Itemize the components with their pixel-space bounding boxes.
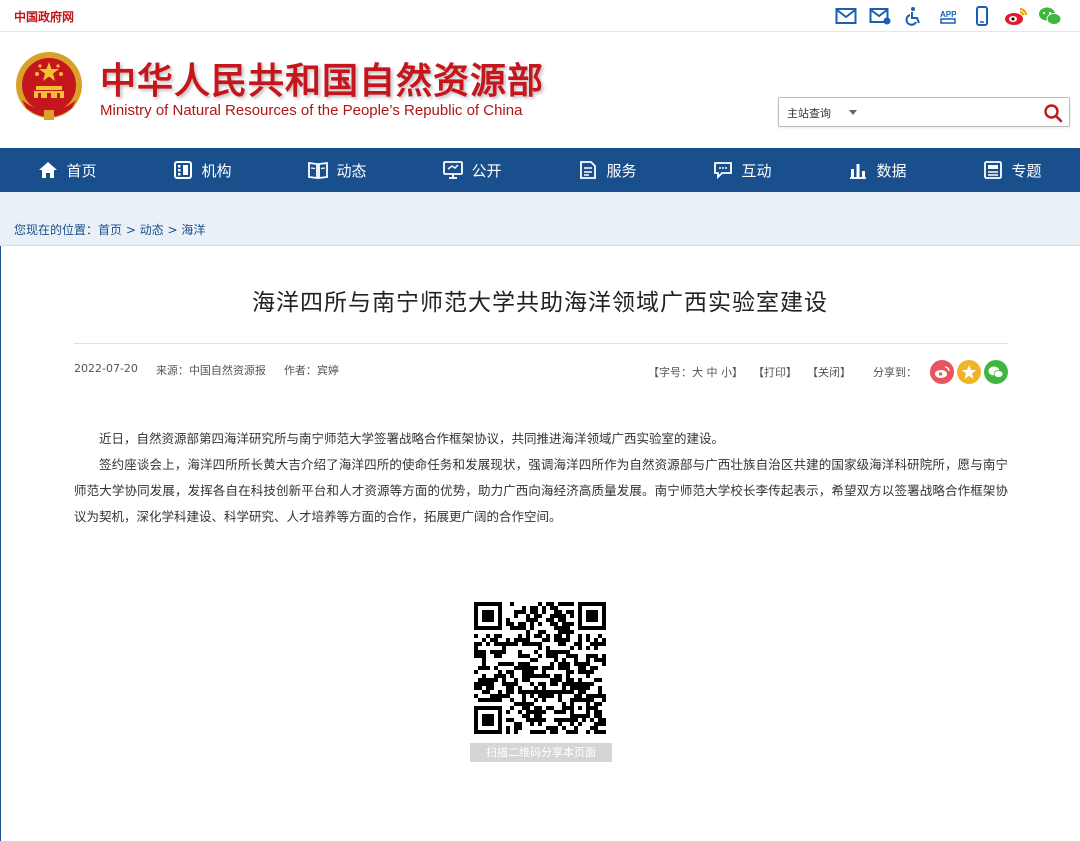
article-author: 作者：宾婷: [284, 362, 339, 378]
search-button[interactable]: [1041, 101, 1065, 125]
qr-caption: 扫描二维码分享本页面: [470, 743, 612, 762]
article-paragraph: 近日，自然资源部第四海洋研究所与南宁师范大学签署战略合作框架协议，共同推进海洋领…: [99, 431, 725, 446]
article-meta: 2022-07-20 来源：中国自然资源报 作者：宾婷: [74, 362, 339, 378]
share-favorite-button[interactable]: [957, 360, 981, 384]
nav-item-news[interactable]: 动态: [270, 148, 405, 192]
top-icon-group: APP: [834, 4, 1062, 28]
site-title: 中华人民共和国自然资源部: [100, 61, 545, 102]
nav-item-topic[interactable]: 专题: [945, 148, 1080, 192]
article-tools: 【字号：大 中 小】 【打印】 【关闭】 分享到：: [648, 360, 1008, 384]
nav-item-label: 首页: [66, 161, 97, 180]
nav-item-label: 服务: [606, 161, 637, 180]
nav-item-label: 专题: [1011, 161, 1042, 180]
nav-item-label: 互动: [741, 161, 772, 180]
nav-item-service[interactable]: 服务: [540, 148, 675, 192]
accessibility-icon[interactable]: [902, 4, 926, 28]
source-value: 中国自然资源报: [188, 364, 266, 377]
chat-icon: [714, 162, 733, 180]
article-date: 2022-07-20: [74, 362, 138, 375]
article-paragraph: 签约座谈会上，海洋四所所长黄大吉介绍了海洋四所的使命任务和发展现状，强调海洋四所…: [74, 457, 1008, 524]
author-value: 宾婷: [316, 364, 339, 377]
weibo-icon[interactable]: [1004, 4, 1028, 28]
font-size-close: 】: [732, 366, 743, 379]
nav-item-interact[interactable]: 互动: [675, 148, 810, 192]
author-label: 作者：: [283, 364, 317, 377]
top-bar: 中国政府网 APP: [0, 0, 1080, 32]
site-subtitle: Ministry of Natural Resources of the Peo…: [100, 102, 523, 119]
wechat-icon: [988, 366, 1004, 378]
article-body: 近日，自然资源部第四海洋研究所与南宁师范大学签署战略合作框架协议，共同推进海洋领…: [74, 426, 1008, 530]
share-weibo-button[interactable]: [930, 360, 954, 384]
star-icon: [962, 365, 976, 379]
chart-icon: [850, 164, 867, 179]
qr-code: [474, 602, 606, 734]
search-input[interactable]: [871, 101, 1031, 123]
article-source: 来源：中国自然资源报: [156, 362, 266, 378]
site-header: 中华人民共和国自然资源部 Ministry of Natural Resourc…: [0, 32, 1080, 148]
mail-notify-icon[interactable]: [868, 4, 892, 28]
chevron-down-icon[interactable]: [849, 110, 857, 115]
nav-item-data[interactable]: 数据: [810, 148, 945, 192]
org-icon: [174, 161, 193, 179]
breadcrumb-prefix: 您现在的位置：: [14, 223, 99, 237]
app-icon[interactable]: APP: [936, 4, 960, 28]
font-large-button[interactable]: 大: [692, 366, 703, 379]
nav-item-label: 动态: [336, 161, 367, 180]
nav-item-label: 数据: [876, 161, 907, 180]
font-size-label: 【字号：: [648, 366, 692, 379]
weibo-icon: [935, 366, 950, 378]
mobile-icon[interactable]: [970, 4, 994, 28]
svg-text:APP: APP: [940, 10, 957, 19]
mail-icon[interactable]: [834, 4, 858, 28]
breadcrumb-separator: >: [163, 223, 182, 237]
topic-icon: [984, 161, 1003, 179]
gov-portal-link[interactable]: 中国政府网: [14, 8, 74, 25]
title-divider: [74, 343, 1008, 344]
font-small-button[interactable]: 小: [721, 366, 732, 379]
breadcrumb: 您现在的位置：首页 > 动态 > 海洋: [14, 221, 205, 238]
search-box: 主站查询: [778, 97, 1070, 127]
search-icon: [1044, 104, 1063, 123]
nav-item-label: 机构: [201, 161, 232, 180]
font-medium-button[interactable]: 中: [707, 366, 718, 379]
close-button[interactable]: 【关闭】: [807, 364, 851, 380]
home-icon: [39, 162, 58, 178]
article-title: 海洋四所与南宁师范大学共助海洋领域广西实验室建设: [252, 290, 828, 316]
print-button[interactable]: 【打印】: [753, 364, 797, 380]
search-scope-select[interactable]: 主站查询: [787, 105, 831, 121]
font-size-controls: 【字号：大 中 小】: [648, 364, 743, 380]
public-icon: [443, 161, 464, 179]
qr-code-image: [474, 602, 606, 734]
breadcrumb-separator: >: [122, 223, 140, 237]
national-emblem-logo[interactable]: [14, 50, 84, 124]
wechat-icon[interactable]: [1038, 4, 1062, 28]
share-wechat-button[interactable]: [984, 360, 1008, 384]
source-label: 来源：: [155, 364, 189, 377]
share-label: 分享到：: [873, 366, 917, 379]
breadcrumb-bar: 您现在的位置：首页 > 动态 > 海洋: [0, 192, 1080, 246]
nav-item-public[interactable]: 公开: [405, 148, 540, 192]
nav-item-org[interactable]: 机构: [135, 148, 270, 192]
service-icon: [580, 161, 597, 179]
news-icon: [308, 161, 329, 180]
nav-item-label: 公开: [471, 161, 502, 180]
main-nav: 首页 机构 动态 公开 服务 互动 数据 专题: [0, 148, 1080, 192]
breadcrumb-news[interactable]: 动态: [140, 223, 164, 237]
breadcrumb-ocean[interactable]: 海洋: [181, 223, 205, 237]
nav-item-home[interactable]: 首页: [0, 148, 135, 192]
breadcrumb-home[interactable]: 首页: [98, 223, 122, 237]
